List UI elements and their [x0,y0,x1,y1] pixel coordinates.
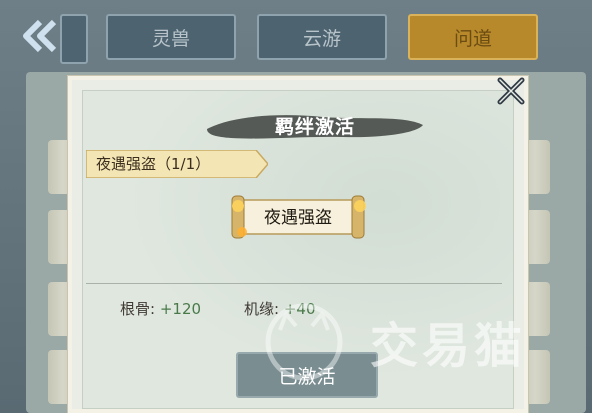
stat-label: 机缘: [244,300,280,318]
divider [86,283,502,284]
stat-label: 根骨: [120,300,156,318]
close-icon [496,76,526,110]
dialog-title: 羁绊激活 [274,115,355,138]
dialog-header: 羁绊激活 [203,105,427,145]
tab-yunyou[interactable]: 云游 [257,14,387,60]
tab-lingshou[interactable]: 灵兽 [106,14,236,60]
back-button[interactable] [18,16,60,56]
tab-partial[interactable] [60,14,88,64]
double-chevron-left-icon [18,19,60,65]
tab-label: 问道 [453,27,492,50]
bond-ribbon-label: 夜遇强盗（1/1） [96,155,211,173]
stat-jiyuan: 机缘: +40 [244,298,316,320]
stat-gengu: 根骨: +120 [120,298,201,320]
activated-button-label: 已激活 [278,365,336,388]
stat-value: +120 [159,300,202,318]
stat-value: +40 [283,300,316,318]
tab-label: 云游 [302,27,341,50]
activated-button[interactable]: 已激活 [236,352,378,398]
bond-scroll-label: 夜遇强盗 [264,208,332,228]
tab-label: 灵兽 [151,27,190,50]
tab-wendao[interactable]: 问道 [408,14,538,60]
close-button[interactable] [496,76,526,110]
game-screen: 灵兽 云游 问道 羁绊激活 夜遇强盗（1/1） 夜遇强盗 根骨: +120 机缘… [0,0,592,413]
